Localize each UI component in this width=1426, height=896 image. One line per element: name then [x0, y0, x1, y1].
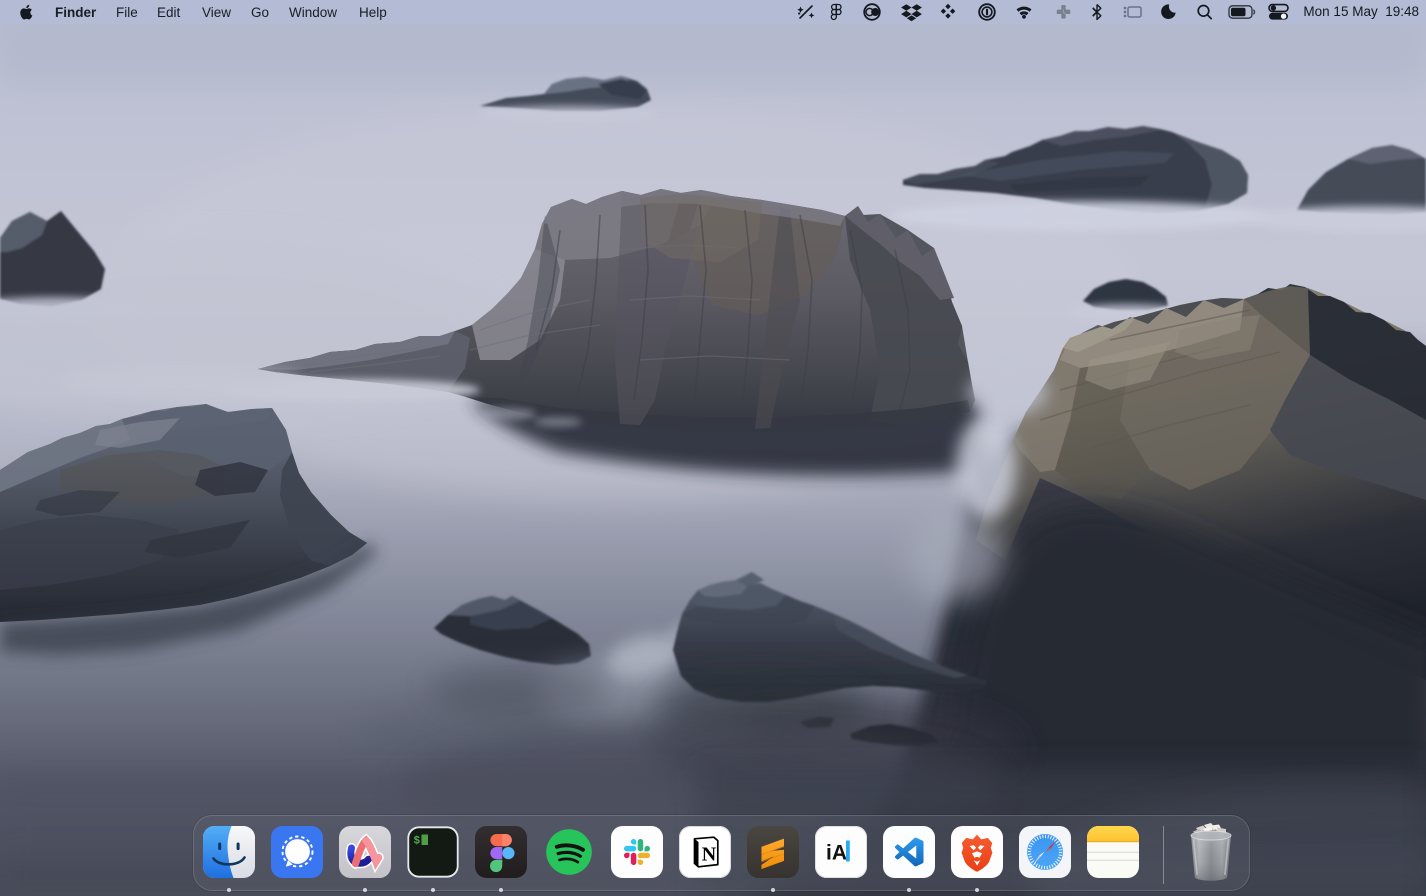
- svg-text:$: $: [413, 836, 420, 848]
- svg-text:iA: iA: [826, 842, 847, 865]
- svg-text:N: N: [701, 844, 716, 866]
